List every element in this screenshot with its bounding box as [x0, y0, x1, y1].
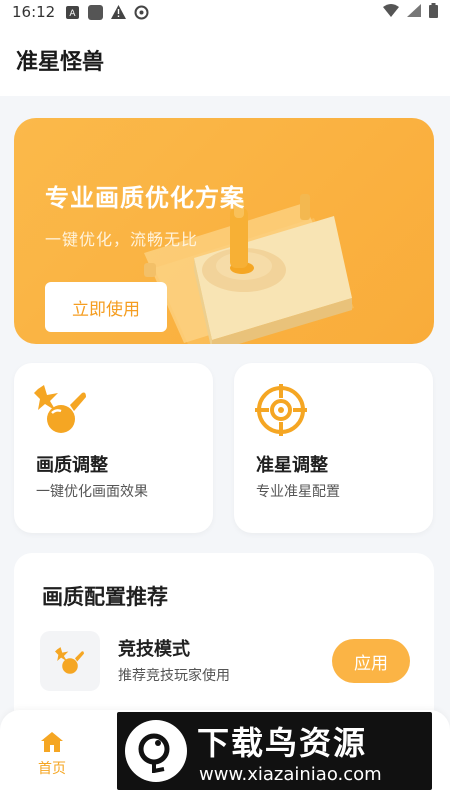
warning-icon — [111, 5, 127, 20]
nav-label-home: 首页 — [38, 761, 66, 777]
status-time: 16:12 — [12, 3, 56, 21]
app-title: 准星怪兽 — [16, 50, 105, 75]
square-icon — [88, 4, 104, 20]
recommend-title: 画质配置推荐 — [42, 585, 168, 609]
feature-subtitle: 专业准星配置 — [256, 484, 340, 500]
home-icon — [41, 732, 63, 752]
feature-subtitle: 一键优化画面效果 — [36, 484, 148, 500]
apply-button[interactable]: 应用 — [332, 639, 410, 683]
crosshair-icon — [255, 384, 307, 436]
feature-title: 准星调整 — [256, 455, 328, 476]
feature-card-quality[interactable]: 画质调整 一键优化画面效果 — [14, 363, 213, 533]
watermark-url: www.xiazainiao.com — [199, 764, 382, 785]
list-item[interactable]: 竞技模式 推荐竞技玩家使用 应用 — [40, 631, 410, 691]
a-box-icon: A — [65, 5, 80, 20]
signal-icon — [407, 3, 421, 21]
bird-logo-icon — [125, 720, 187, 782]
main-content[interactable]: 专业画质优化方案 一键优化，流畅无比 立即使用 画质调整 一键优化画面效果 准星… — [0, 96, 450, 723]
app-bar: 准星怪兽 — [0, 24, 450, 96]
recommend-section: 画质配置推荐 竞技模式 推荐竞技玩家使用 应用 — [14, 553, 434, 723]
nav-item-home[interactable]: 首页 — [24, 732, 80, 778]
paint-brush-icon — [40, 631, 100, 691]
svg-text:A: A — [70, 9, 77, 19]
wifi-icon — [383, 3, 399, 21]
watermark: 下载鸟资源 www.xiazainiao.com — [117, 712, 432, 790]
mode-title: 竞技模式 — [118, 639, 190, 660]
paint-brush-icon — [34, 385, 86, 433]
status-bar: 16:12 A — [0, 0, 450, 24]
status-right — [383, 2, 438, 22]
promo-banner[interactable]: 专业画质优化方案 一键优化，流畅无比 立即使用 — [14, 118, 434, 344]
mode-subtitle: 推荐竞技玩家使用 — [118, 668, 230, 684]
banner-subtitle: 一键优化，流畅无比 — [45, 230, 199, 249]
watermark-title: 下载鸟资源 — [197, 724, 368, 762]
use-now-button[interactable]: 立即使用 — [45, 282, 167, 332]
sync-icon — [134, 5, 149, 20]
feature-card-crosshair[interactable]: 准星调整 专业准星配置 — [234, 363, 433, 533]
battery-icon — [429, 2, 438, 22]
banner-title: 专业画质优化方案 — [45, 184, 245, 212]
feature-title: 画质调整 — [36, 455, 108, 476]
